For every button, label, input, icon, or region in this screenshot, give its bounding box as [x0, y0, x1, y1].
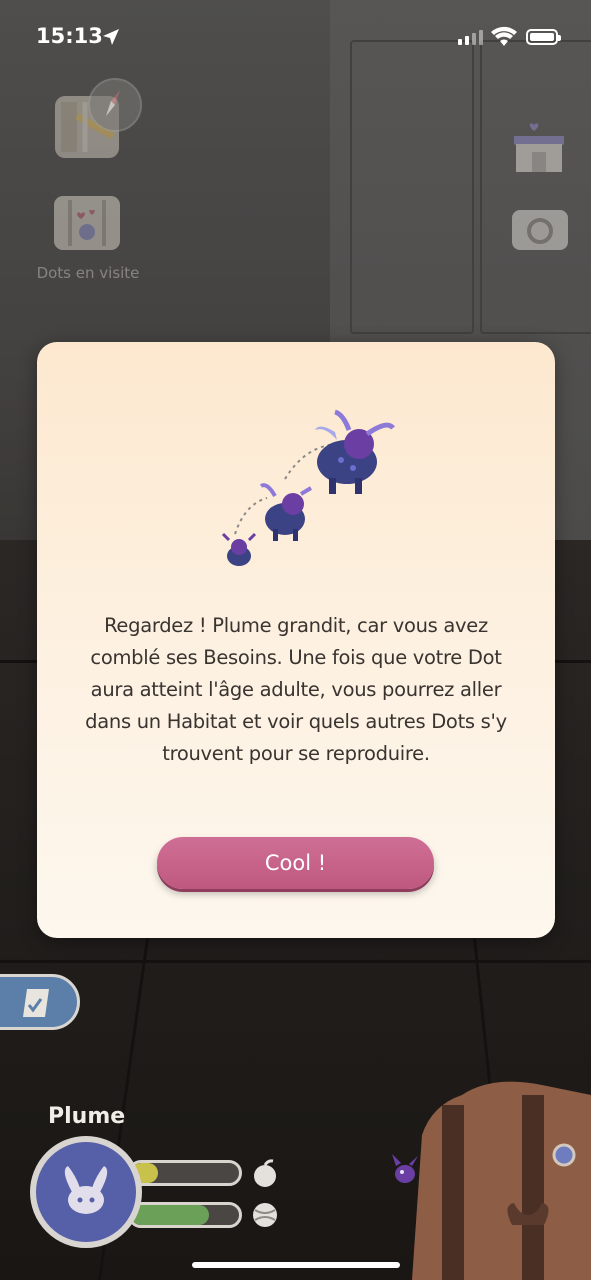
- status-time: 15:13: [36, 24, 103, 48]
- battery-icon: [526, 29, 561, 45]
- shop-icon[interactable]: [510, 122, 568, 174]
- dot-creature-icon: [64, 1166, 108, 1214]
- play-need-fill: [131, 1205, 209, 1225]
- cool-button[interactable]: Cool !: [157, 837, 434, 889]
- dot-creature-icon[interactable]: [392, 1148, 420, 1184]
- growth-dialog: Regardez ! Plume grandit, car vous avez …: [37, 342, 555, 938]
- wifi-icon: [491, 26, 517, 46]
- growth-message: Regardez ! Plume grandit, car vous avez …: [85, 614, 507, 765]
- dot-growth-stages-icon: [221, 409, 395, 566]
- pet-name: Plume: [48, 1104, 126, 1129]
- status-bar: 15:13: [0, 0, 591, 80]
- home-indicator[interactable]: [192, 1262, 400, 1268]
- cellular-signal-icon: [458, 30, 483, 45]
- backpack-icon[interactable]: [402, 1075, 591, 1280]
- quest-tab[interactable]: [0, 974, 80, 1030]
- food-need-bar: [128, 1160, 242, 1186]
- pet-avatar[interactable]: [30, 1136, 142, 1248]
- visiting-dots-label: Dots en visite: [36, 264, 140, 282]
- suitcase-icon[interactable]: [54, 184, 120, 250]
- location-arrow-icon: [103, 29, 119, 45]
- quest-scroll-icon: [23, 989, 49, 1017]
- compass-icon[interactable]: [88, 78, 142, 132]
- play-need-bar: [128, 1202, 242, 1228]
- ball-icon: [253, 1203, 277, 1227]
- fruit-icon: [254, 1159, 276, 1187]
- camera-icon[interactable]: [512, 210, 568, 250]
